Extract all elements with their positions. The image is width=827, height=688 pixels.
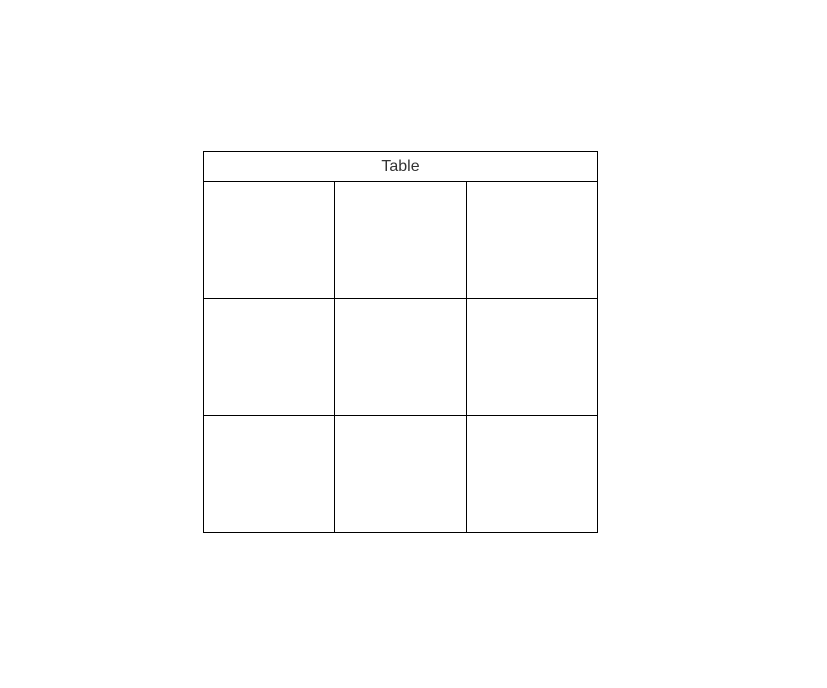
table-cell-r2-c1[interactable]	[204, 299, 335, 416]
table-cell-r3-c3[interactable]	[467, 416, 597, 532]
diagram-canvas: Table	[0, 0, 827, 688]
table-cell-r2-c2[interactable]	[335, 299, 467, 416]
table-cell-r2-c3[interactable]	[467, 299, 597, 416]
table-cell-r3-c2[interactable]	[335, 416, 467, 532]
table-cell-r1-c3[interactable]	[467, 182, 597, 299]
table-cell-r1-c2[interactable]	[335, 182, 467, 299]
table-title: Table	[204, 152, 597, 182]
table-cell-r3-c1[interactable]	[204, 416, 335, 532]
table-cell-r1-c1[interactable]	[204, 182, 335, 299]
table-grid	[204, 182, 597, 532]
table-shape[interactable]: Table	[203, 151, 598, 533]
